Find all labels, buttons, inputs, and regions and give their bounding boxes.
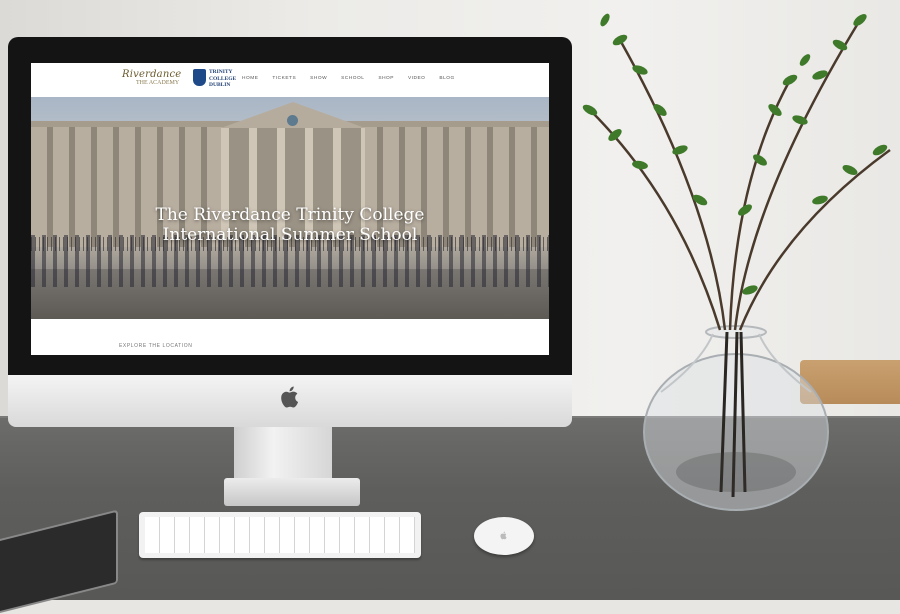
explore-location-link[interactable]: EXPLORE THE LOCATION <box>119 343 193 349</box>
hero-title-line-2: International Summer School <box>162 225 418 245</box>
hero-image: The Riverdance Trinity College Internati… <box>31 97 549 319</box>
menu-item-tickets[interactable]: TICKETS <box>272 76 296 81</box>
menu-item-shop[interactable]: SHOP <box>378 76 394 81</box>
glass-vase-with-branches <box>643 325 829 511</box>
riverdance-logo[interactable]: Riverdance THE ACADEMY <box>122 69 186 91</box>
menu-item-school[interactable]: SCHOOL <box>341 76 364 81</box>
mouse-apple-logo-icon <box>500 531 507 540</box>
keyboard-keys <box>145 517 415 553</box>
menu-item-show[interactable]: SHOW <box>310 76 327 81</box>
apple-logo-icon <box>281 386 299 408</box>
menu-item-blog[interactable]: BLOG <box>439 76 454 81</box>
imac-stand-foot <box>224 478 360 506</box>
menu-item-video[interactable]: VIDEO <box>408 76 425 81</box>
keyboard <box>139 512 421 558</box>
trinity-crest-icon <box>193 69 206 86</box>
clock-icon <box>287 115 298 126</box>
trinity-line-1: TRINITY <box>209 69 233 75</box>
imac-stand-neck <box>234 427 332 483</box>
hero-title: The Riverdance Trinity College Internati… <box>31 205 549 245</box>
trinity-logo[interactable]: TRINITY COLLEGE DUBLIN <box>209 69 236 89</box>
menu-item-home[interactable]: HOME <box>242 76 258 81</box>
hero-title-line-1: The Riverdance Trinity College <box>155 205 425 225</box>
website-screen: Riverdance THE ACADEMY TRINITY COLLEGE D… <box>31 63 549 355</box>
site-header: Riverdance THE ACADEMY TRINITY COLLEGE D… <box>31 63 549 97</box>
plant-branches <box>582 13 891 331</box>
trinity-line-3: DUBLIN <box>209 82 231 88</box>
logo-academy-text: THE ACADEMY <box>136 80 180 86</box>
main-menu: HOME TICKETS SHOW SCHOOL SHOP VIDEO BLOG <box>242 76 469 81</box>
logo-riverdance-text: Riverdance <box>122 69 182 80</box>
mouse <box>474 517 534 555</box>
